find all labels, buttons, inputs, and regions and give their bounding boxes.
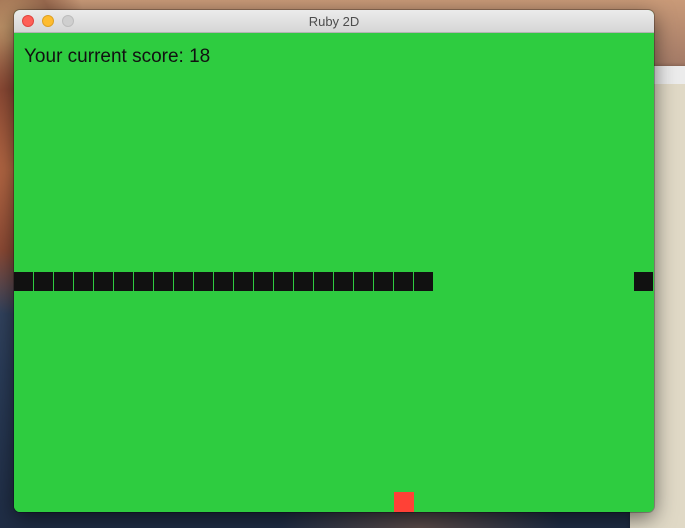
snake-segment bbox=[34, 272, 53, 291]
snake-segment bbox=[234, 272, 253, 291]
game-window: Ruby 2D Your current score: 18 bbox=[14, 10, 654, 512]
snake-segment bbox=[634, 272, 653, 291]
snake-segment bbox=[14, 272, 33, 291]
snake-segment bbox=[74, 272, 93, 291]
snake-segment bbox=[314, 272, 333, 291]
snake-segment bbox=[154, 272, 173, 291]
snake-segment bbox=[134, 272, 153, 291]
snake-segment bbox=[354, 272, 373, 291]
snake-segment bbox=[214, 272, 233, 291]
snake-segment bbox=[54, 272, 73, 291]
food-square bbox=[394, 492, 414, 512]
snake-segment bbox=[374, 272, 393, 291]
snake-segment bbox=[274, 272, 293, 291]
score-label: Your current score: 18 bbox=[24, 46, 211, 67]
snake-segment bbox=[254, 272, 273, 291]
game-canvas[interactable]: Your current score: 18 bbox=[14, 33, 654, 512]
snake-segment bbox=[194, 272, 213, 291]
snake-segment bbox=[114, 272, 133, 291]
snake-segment bbox=[414, 272, 433, 291]
snake-segment bbox=[174, 272, 193, 291]
window-title: Ruby 2D bbox=[308, 14, 360, 29]
snake-segment bbox=[334, 272, 353, 291]
snake-segment bbox=[94, 272, 113, 291]
title-bar[interactable]: Ruby 2D bbox=[14, 10, 654, 33]
snake-segment bbox=[394, 272, 413, 291]
snake-segment bbox=[294, 272, 313, 291]
